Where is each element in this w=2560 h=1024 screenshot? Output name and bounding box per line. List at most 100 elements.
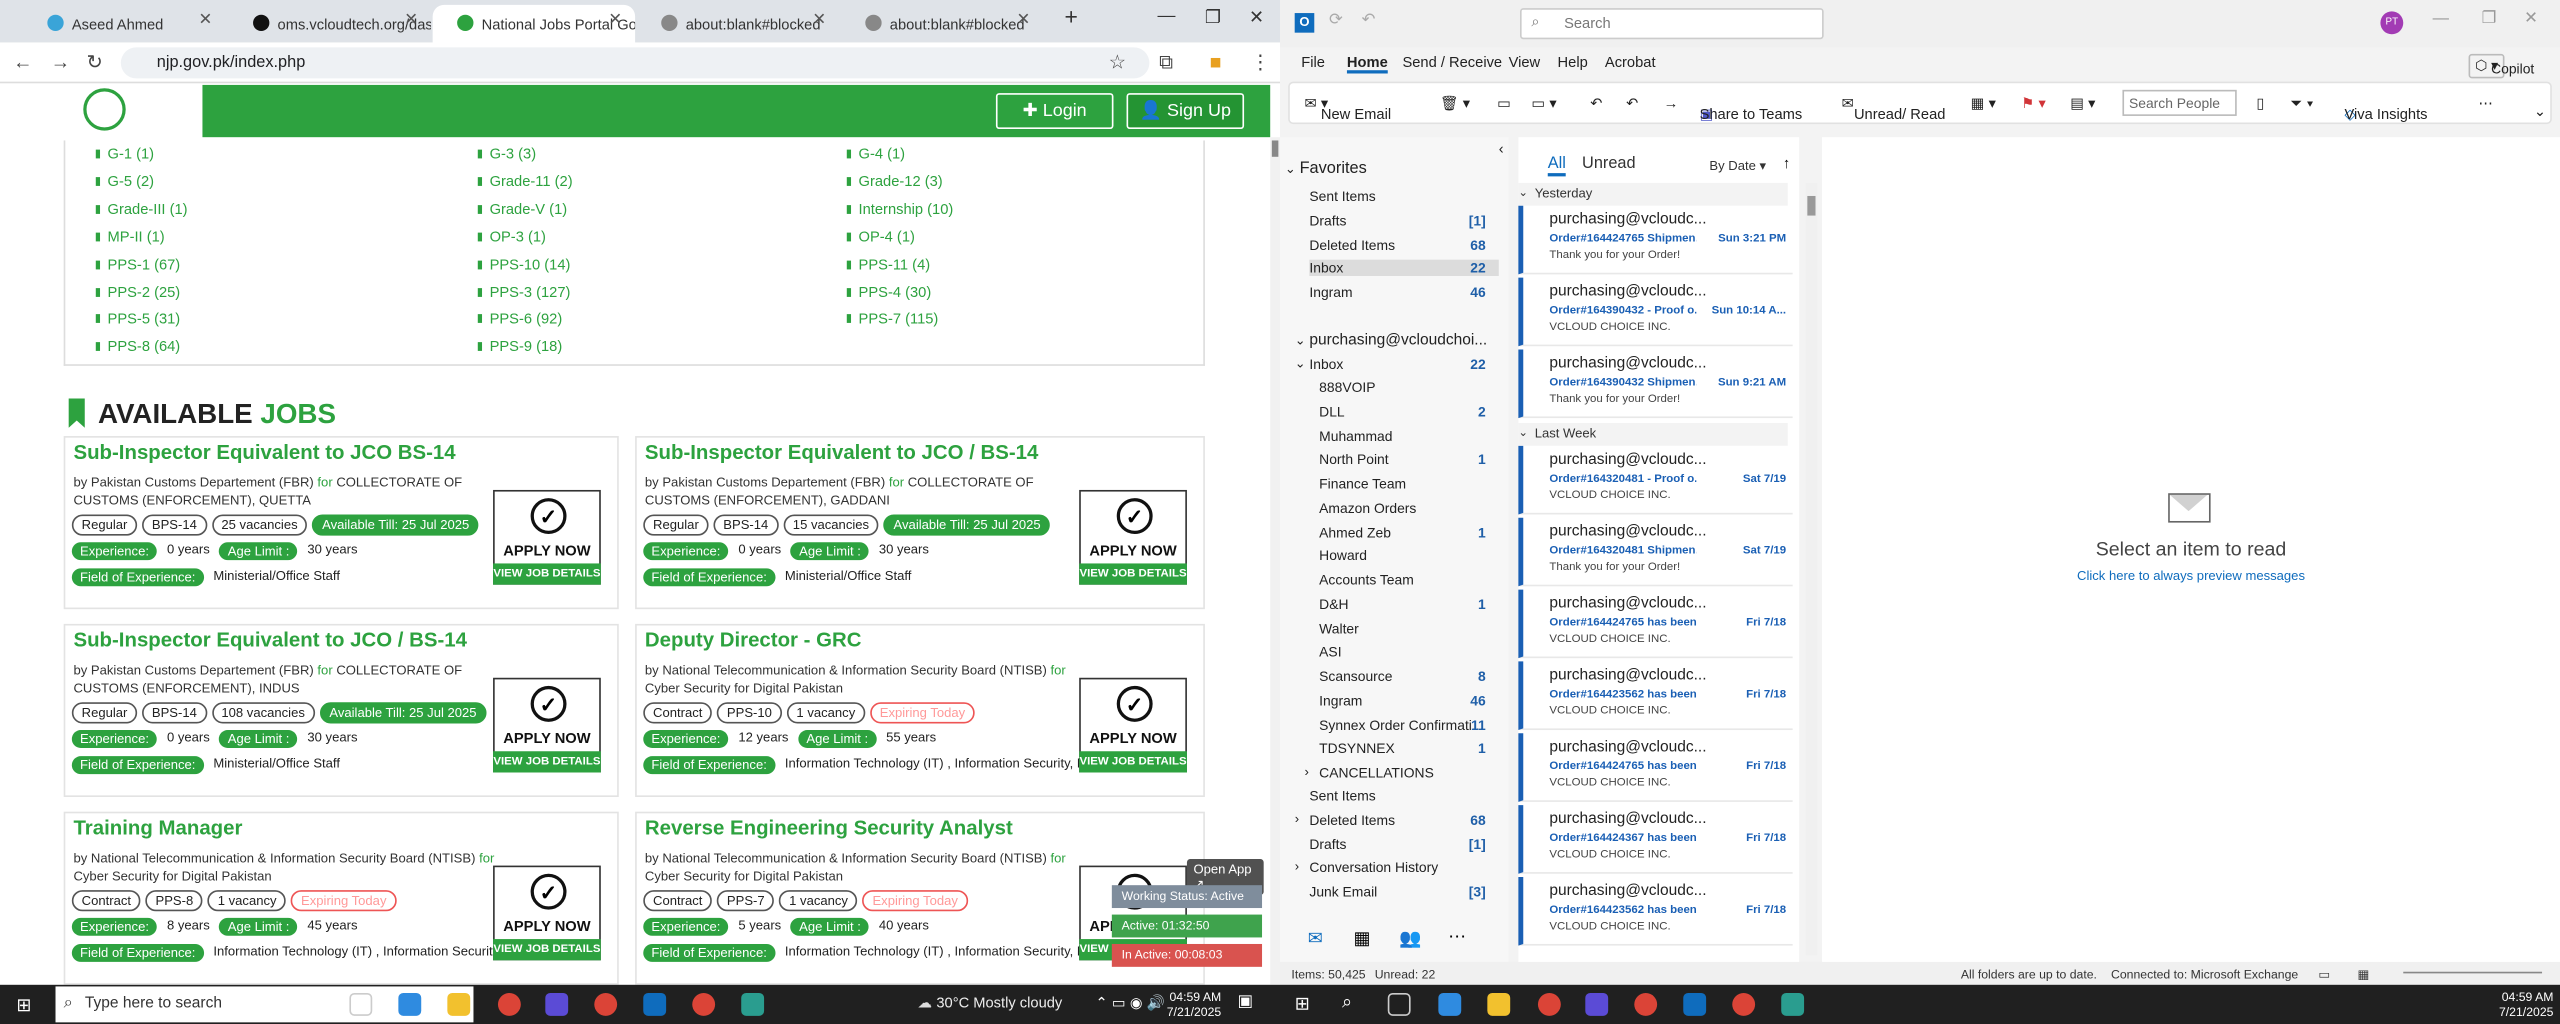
chevron-icon[interactable]: › bbox=[1295, 859, 1299, 874]
zoom-app-icon-2[interactable] bbox=[1585, 992, 1609, 1016]
apply-now-button[interactable]: ✓ APPLY NOW VIEW JOB DETAILS bbox=[493, 677, 601, 773]
avatar[interactable]: PT bbox=[2380, 11, 2404, 35]
outlook-taskbar-icon-2[interactable] bbox=[1683, 992, 1707, 1016]
job-title[interactable]: Training Manager bbox=[73, 817, 242, 840]
menu-send-receive[interactable]: Send / Receive bbox=[1402, 54, 1502, 70]
clock-left[interactable]: 04:59 AM 7/21/2025 bbox=[1153, 990, 1221, 1019]
scrollbar-thumb[interactable] bbox=[1271, 140, 1279, 157]
grade-link[interactable]: PPS-6 (92) bbox=[477, 311, 563, 327]
grade-link[interactable]: G-1 (1) bbox=[95, 145, 155, 161]
chevron-down-icon[interactable]: ⌄ bbox=[1295, 356, 1306, 371]
message-group-header[interactable]: ⌄ Last Week bbox=[1518, 422, 1788, 446]
subfolder[interactable]: 888VOIP bbox=[1319, 379, 1499, 395]
outlook-taskbar-icon[interactable] bbox=[643, 992, 667, 1016]
task-view-icon-2[interactable] bbox=[1387, 992, 1411, 1016]
job-title[interactable]: Sub-Inspector Equivalent to JCO / BS-14 bbox=[73, 629, 466, 652]
job-title[interactable]: Sub-Inspector Equivalent to JCO BS-14 bbox=[73, 441, 455, 464]
grade-link[interactable]: Grade-12 (3) bbox=[846, 173, 943, 189]
reply-all-icon[interactable]: ↶ bbox=[1626, 95, 1638, 113]
app-icon[interactable] bbox=[741, 992, 765, 1016]
message-item[interactable]: purchasing@vcloudc... Order#164390432 Shi… bbox=[1518, 349, 1793, 419]
edge-icon-2[interactable] bbox=[1438, 992, 1462, 1016]
app-icon-2[interactable] bbox=[1781, 992, 1805, 1016]
grade-link[interactable]: PPS-10 (14) bbox=[477, 256, 571, 272]
preview-messages-link[interactable]: Click here to always preview messages bbox=[1822, 568, 2560, 583]
collapse-pane-icon[interactable]: ‹ bbox=[1499, 140, 1504, 156]
chevron-down-icon[interactable]: ⌄ bbox=[1518, 423, 1528, 446]
subfolder[interactable]: Walter bbox=[1319, 620, 1499, 636]
chevron-icon[interactable]: › bbox=[1295, 811, 1299, 826]
account-header[interactable]: ⌄ purchasing@vcloudchoi... bbox=[1295, 332, 1488, 350]
apply-now-button[interactable]: ✓ APPLY NOW VIEW JOB DETAILS bbox=[493, 489, 601, 585]
zoom-app-icon[interactable] bbox=[545, 992, 569, 1016]
minimize-icon[interactable]: — bbox=[1158, 7, 1176, 27]
restore-icon[interactable]: ❐ bbox=[2482, 10, 2497, 28]
unread-read-button[interactable]: ✉ Unread/ Read bbox=[1842, 95, 1946, 123]
njp-logo[interactable] bbox=[83, 88, 126, 131]
grade-link[interactable]: G-4 (1) bbox=[846, 145, 906, 161]
grade-link[interactable]: PPS-2 (25) bbox=[95, 283, 181, 299]
grade-link[interactable]: OP-4 (1) bbox=[846, 228, 915, 244]
job-title[interactable]: Reverse Engineering Security Analyst bbox=[645, 817, 1013, 840]
grade-link[interactable]: PPS-11 (4) bbox=[846, 256, 931, 272]
calendar-icon[interactable]: ▦ bbox=[1353, 928, 1370, 949]
sort-direction-icon[interactable]: ↑ bbox=[1783, 155, 1790, 171]
reading-view-icon[interactable]: ▦ bbox=[2358, 967, 2370, 982]
forward-icon[interactable]: → bbox=[51, 51, 71, 74]
grade-link[interactable]: G-5 (2) bbox=[95, 173, 155, 189]
menu-home[interactable]: Home bbox=[1346, 54, 1388, 74]
inbox-folder[interactable]: ⌄ Inbox bbox=[1295, 356, 1344, 372]
zoom-slider[interactable] bbox=[2403, 971, 2543, 974]
subfolder[interactable]: Muhammad bbox=[1319, 427, 1499, 443]
subfolder[interactable]: ASI bbox=[1319, 644, 1499, 660]
close-window-icon[interactable]: ✕ bbox=[2524, 10, 2538, 28]
grade-link[interactable]: PPS-3 (127) bbox=[477, 283, 571, 299]
grade-link[interactable]: Grade-III (1) bbox=[95, 201, 188, 217]
menu-file[interactable]: File bbox=[1301, 54, 1325, 70]
chrome-icon-5[interactable] bbox=[1634, 992, 1658, 1016]
edge-icon[interactable] bbox=[398, 992, 422, 1016]
notification-icon[interactable]: ▣ bbox=[1238, 993, 1253, 1011]
copilot-button[interactable]: ⬡ Copilot ▾ bbox=[2468, 53, 2534, 79]
back-icon[interactable]: ← bbox=[13, 51, 33, 74]
chrome-icon-4[interactable] bbox=[1537, 992, 1561, 1016]
grade-link[interactable]: OP-3 (1) bbox=[477, 228, 546, 244]
apply-now-button[interactable]: ✓ APPLY NOW VIEW JOB DETAILS bbox=[1079, 489, 1187, 585]
root-folder[interactable]: › Conversation History bbox=[1295, 859, 1498, 875]
message-item[interactable]: purchasing@vcloudc... Order#164390432 - P… bbox=[1518, 277, 1793, 347]
message-item[interactable]: purchasing@vcloudc... Order#164424367 has… bbox=[1518, 805, 1793, 874]
favorite-folder[interactable]: Sent Items bbox=[1309, 188, 1498, 204]
menu-view[interactable]: View bbox=[1509, 54, 1541, 70]
chrome-icon-3[interactable] bbox=[692, 992, 716, 1016]
grade-link[interactable]: PPS-5 (31) bbox=[95, 311, 181, 327]
page-scrollbar[interactable] bbox=[1270, 137, 1280, 985]
signup-button[interactable]: 👤 Sign Up bbox=[1126, 93, 1245, 130]
grade-link[interactable]: PPS-9 (18) bbox=[477, 339, 563, 355]
root-folder[interactable]: Sent Items bbox=[1309, 787, 1498, 803]
search-icon-2[interactable]: ⌕ bbox=[1342, 993, 1352, 1014]
view-job-details-button[interactable]: VIEW JOB DETAILS bbox=[493, 563, 601, 585]
grade-link[interactable]: Grade-V (1) bbox=[477, 201, 568, 217]
tab-aseed[interactable]: Aseed Ahmed ✕ bbox=[23, 5, 225, 43]
close-icon[interactable]: ✕ bbox=[199, 11, 213, 29]
message-item[interactable]: purchasing@vcloudc... Order#164320481 Shi… bbox=[1518, 517, 1793, 587]
extension-icon[interactable]: ■ bbox=[1210, 51, 1222, 74]
file-explorer-icon-2[interactable] bbox=[1487, 992, 1511, 1016]
grade-link[interactable]: PPS-8 (64) bbox=[95, 339, 181, 355]
outlook-search-input[interactable]: Search bbox=[1519, 8, 1824, 40]
view-job-details-button[interactable]: VIEW JOB DETAILS bbox=[1079, 563, 1187, 585]
message-item[interactable]: purchasing@vcloudc... Order#164423562 has… bbox=[1518, 661, 1793, 731]
message-item[interactable]: purchasing@vcloudc... Order#164424765 has… bbox=[1518, 733, 1793, 802]
message-item[interactable]: purchasing@vcloudc... Order#164320481 - P… bbox=[1518, 445, 1793, 515]
subfolder[interactable]: Accounts Team bbox=[1319, 572, 1499, 588]
forward-icon[interactable]: → bbox=[1664, 95, 1679, 111]
filter-icon[interactable]: ⏷ ▾ bbox=[2291, 95, 2314, 113]
filter-all-tab[interactable]: All bbox=[1547, 155, 1566, 177]
minimize-icon[interactable]: — bbox=[2433, 10, 2449, 28]
grade-link[interactable]: G-3 (3) bbox=[477, 145, 537, 161]
chrome-icon-2[interactable] bbox=[594, 992, 618, 1016]
apply-now-button[interactable]: ✓ APPLY NOW VIEW JOB DETAILS bbox=[493, 865, 601, 961]
windows-start-icon[interactable]: ⊞ bbox=[16, 995, 31, 1016]
message-group-header[interactable]: ⌄ Yesterday bbox=[1518, 182, 1788, 206]
flag-icon[interactable]: ⚑ ▾ bbox=[2021, 95, 2046, 113]
